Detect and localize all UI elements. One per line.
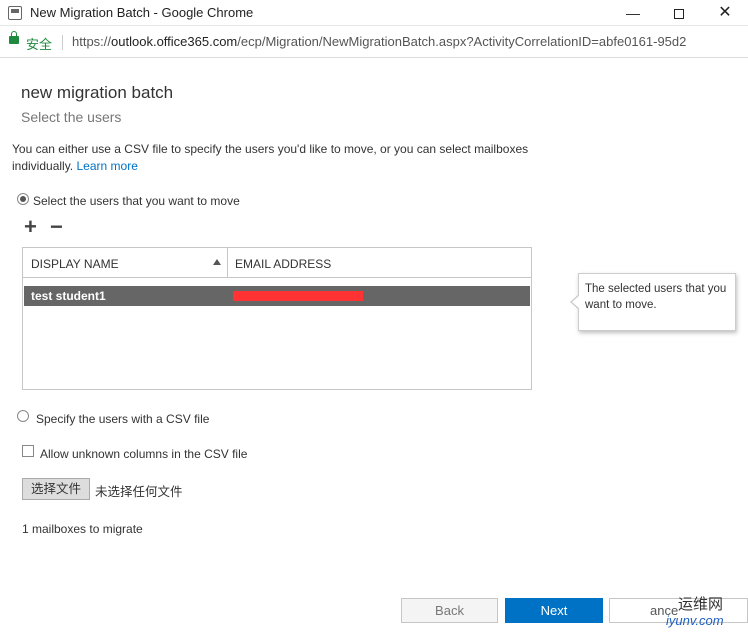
- remove-user-button[interactable]: −: [50, 216, 63, 238]
- learn-more-link[interactable]: Learn more: [77, 159, 138, 173]
- help-callout: The selected users that you want to move…: [570, 273, 736, 331]
- select-users-label: Select the users that you want to move: [33, 194, 240, 208]
- sort-ascending-icon[interactable]: [213, 259, 221, 265]
- watermark-url: iyunv.com: [666, 613, 724, 628]
- email-address-header[interactable]: EMAIL ADDRESS: [235, 257, 331, 271]
- close-window-button[interactable]: ✕: [702, 0, 748, 26]
- page-title: new migration batch: [21, 83, 174, 102]
- url-text[interactable]: https://outlook.office365.com/ecp/Migrat…: [72, 34, 686, 49]
- csv-radio[interactable]: [17, 410, 29, 422]
- choose-file-button[interactable]: 选择文件: [22, 478, 90, 500]
- window-titlebar: New Migration Batch - Google Chrome — ✕: [0, 0, 748, 26]
- secure-label: 安全: [26, 37, 53, 52]
- address-separator: [62, 35, 63, 50]
- grid-header: DISPLAY NAME EMAIL ADDRESS: [23, 248, 531, 278]
- url-scheme: https://: [72, 34, 112, 49]
- users-grid: DISPLAY NAME EMAIL ADDRESS test student1: [22, 247, 532, 390]
- allow-unknown-checkbox[interactable]: [22, 445, 34, 457]
- migration-batch-page: new migration batch Select the users You…: [0, 59, 748, 636]
- next-button[interactable]: Next: [505, 598, 603, 623]
- no-file-label: 未选择任何文件: [95, 485, 183, 499]
- window-title: New Migration Batch - Google Chrome: [30, 5, 254, 20]
- select-users-radio[interactable]: [17, 193, 29, 205]
- csv-label: Specify the users with a CSV file: [36, 412, 210, 426]
- minimize-button[interactable]: —: [610, 0, 656, 26]
- back-button[interactable]: Back: [401, 598, 498, 623]
- redacted-email: [233, 291, 363, 301]
- column-divider[interactable]: [227, 248, 228, 278]
- allow-unknown-label: Allow unknown columns in the CSV file: [40, 447, 248, 461]
- url-path: /ecp/Migration/NewMigrationBatch.aspx?Ac…: [237, 34, 687, 49]
- watermark-text: 运维网: [678, 596, 724, 613]
- mailbox-count: 1 mailboxes to migrate: [22, 522, 143, 536]
- add-user-button[interactable]: +: [24, 216, 37, 238]
- address-bar[interactable]: 安全 https://outlook.office365.com/ecp/Mig…: [0, 27, 748, 58]
- lock-icon: [9, 31, 19, 44]
- display-name-header[interactable]: DISPLAY NAME: [31, 257, 119, 271]
- table-row[interactable]: test student1: [24, 286, 530, 306]
- page-subtitle: Select the users: [21, 109, 122, 125]
- watermark-logo: 运维网 iyunv.com: [652, 591, 748, 635]
- url-host: outlook.office365.com: [111, 34, 238, 49]
- description: You can either use a CSV file to specify…: [12, 141, 532, 175]
- chrome-icon: [8, 6, 22, 20]
- row-display-name: test student1: [31, 289, 106, 303]
- maximize-icon: [674, 9, 684, 20]
- maximize-button[interactable]: [656, 0, 702, 26]
